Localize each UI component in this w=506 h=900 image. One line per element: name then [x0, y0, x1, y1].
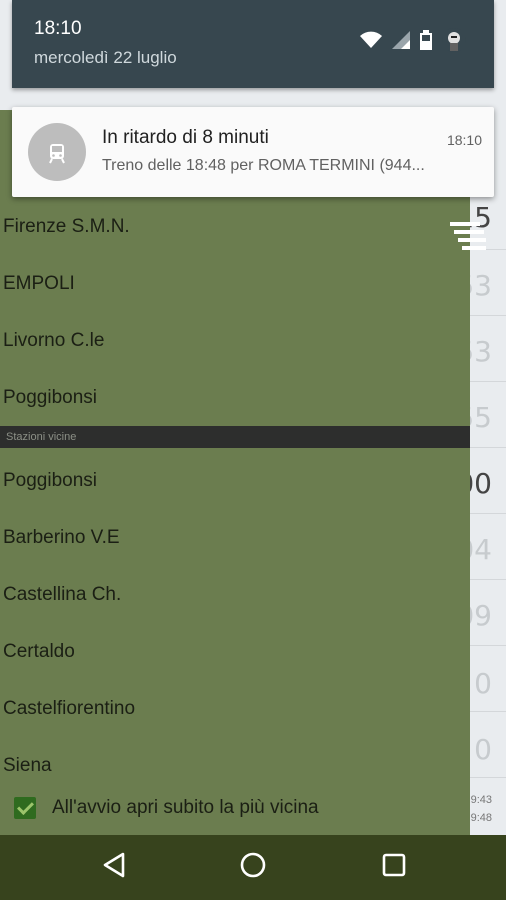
- home-button[interactable]: [223, 835, 283, 900]
- open-nearest-checkbox-row[interactable]: All'avvio apri subito la più vicina: [14, 793, 319, 823]
- menu-icon[interactable]: [450, 222, 486, 252]
- signal-icon: [392, 30, 410, 54]
- section-header-nearby: Stazioni vicine: [0, 426, 470, 448]
- drawer-item-favorite[interactable]: EMPOLI: [3, 273, 75, 295]
- background-small-time: 9:48: [470, 812, 492, 824]
- drawer-item-favorite[interactable]: Firenze S.M.N.: [3, 216, 130, 238]
- status-icons: [360, 27, 466, 57]
- recents-icon: [382, 853, 406, 882]
- drawer-item-nearby[interactable]: Castellina Ch.: [3, 584, 121, 606]
- wifi-icon: [360, 31, 382, 54]
- background-time: 0: [474, 733, 492, 766]
- profile-avatar-icon[interactable]: [442, 27, 466, 57]
- drawer-item-nearby[interactable]: Barberino V.E: [3, 527, 120, 549]
- drawer-item-favorite[interactable]: Poggibonsi: [3, 387, 97, 409]
- recents-button[interactable]: [364, 835, 424, 900]
- background-small-time: 9:43: [470, 794, 492, 806]
- notification-card[interactable]: In ritardo di 8 minuti 18:10 Treno delle…: [12, 107, 494, 197]
- drawer-item-nearby[interactable]: Certaldo: [3, 641, 75, 663]
- status-date: mercoledì 22 luglio: [34, 48, 177, 67]
- status-time: 18:10: [34, 18, 82, 39]
- notification-title: In ritardo di 8 minuti: [102, 127, 269, 148]
- battery-icon: [420, 29, 432, 55]
- back-button[interactable]: [84, 835, 144, 900]
- navigation-drawer: Firenze S.M.N. EMPOLI Livorno C.le Poggi…: [0, 110, 470, 835]
- open-nearest-checkbox[interactable]: [14, 797, 36, 819]
- notification-text: Treno delle 18:48 per ROMA TERMINI (944.…: [102, 157, 425, 174]
- background-time: 0: [474, 667, 492, 700]
- drawer-item-nearby[interactable]: Castelfiorentino: [3, 698, 135, 720]
- drawer-item-nearby[interactable]: Siena: [3, 755, 52, 777]
- notification-time: 18:10: [446, 132, 482, 148]
- drawer-item-favorite[interactable]: Livorno C.le: [3, 330, 104, 352]
- notification-shade-header: 18:10 mercoledì 22 luglio: [12, 0, 494, 88]
- home-icon: [239, 851, 267, 884]
- app-icon: [28, 123, 86, 181]
- navigation-bar: [0, 835, 506, 900]
- open-nearest-checkbox-label: All'avvio apri subito la più vicina: [52, 797, 319, 818]
- back-icon: [101, 851, 127, 884]
- drawer-item-nearby[interactable]: Poggibonsi: [3, 470, 97, 492]
